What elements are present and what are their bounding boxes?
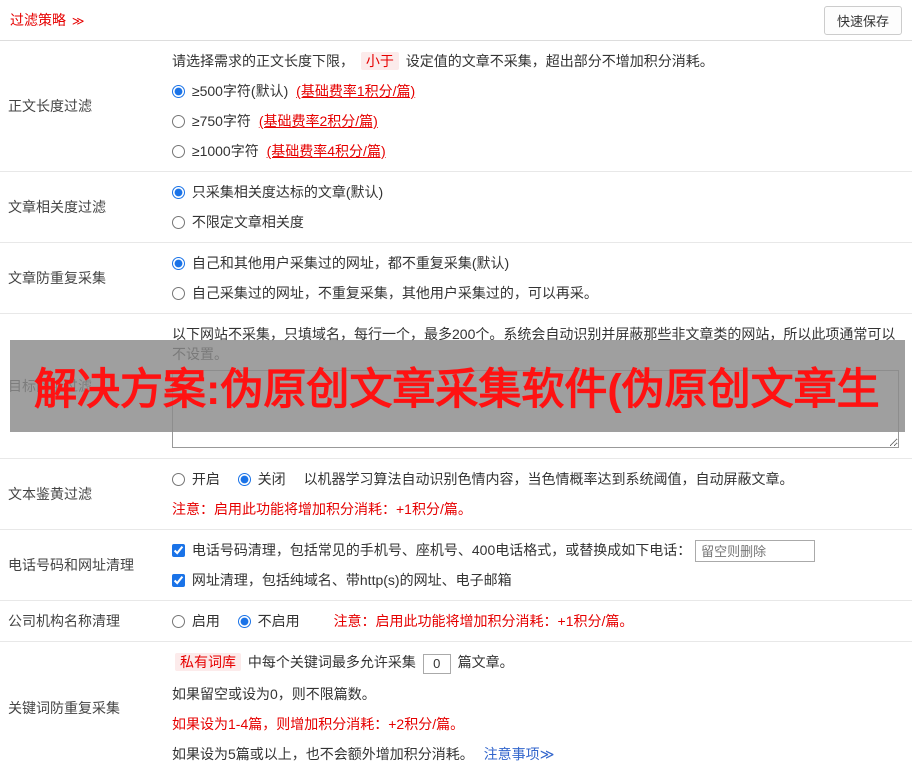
radio-dedup-self[interactable]: [172, 287, 185, 300]
filter-settings-page: 过滤策略 ≫ 快速保存 正文长度过滤 请选择需求的正文长度下限， 小于 设定值的…: [0, 0, 912, 774]
row-label-relevance-filter: 文章相关度过滤: [8, 199, 106, 215]
radio-label: 不限定文章相关度: [191, 214, 304, 230]
radio-label: ≥1000字符: [191, 143, 259, 159]
replacement-phone-input[interactable]: [695, 540, 816, 563]
private-lexicon-badge: 私有词库: [175, 653, 241, 672]
radio-option-500[interactable]: ≥500字符(默认) (基础费率1积分/篇): [172, 81, 904, 101]
radio-option-porn-on[interactable]: 开启: [172, 471, 224, 487]
row-label-url-filter: 目标网址过滤: [8, 378, 92, 394]
checkbox-option-url-clean[interactable]: 网址清理，包括纯域名、带http(s)的网址、电子邮箱: [172, 572, 512, 588]
row-label-phone-url-clean: 电话号码和网址清理: [8, 557, 134, 574]
url-filter-description: 以下网站不采集，只填域名，每行一个，最多200个。系统会自动识别并屏蔽那些非文章…: [172, 326, 896, 362]
radio-option-750[interactable]: ≥750字符 (基础费率2积分/篇): [172, 111, 904, 131]
notice-link-text: 注意事项: [483, 745, 540, 762]
radio-1000[interactable]: [172, 145, 185, 158]
length-filter-intro: 请选择需求的正文长度下限， 小于 设定值的文章不采集，超出部分不增加积分消耗。: [172, 51, 904, 71]
radio-label: ≥750字符: [191, 113, 251, 129]
radio-label: ≥500字符(默认): [191, 83, 289, 99]
page-title: 过滤策略: [10, 12, 66, 28]
radio-label: 自己和其他用户采集过的网址，都不重复采集(默认): [191, 255, 510, 271]
row-label-porn-filter: 文本鉴黄过滤: [8, 486, 92, 502]
chevron-down-icon: ≫: [71, 14, 85, 28]
keyword-note-5plus: 如果设为5篇或以上，也不会额外增加积分消耗。: [172, 745, 474, 762]
radio-option-relevance-any[interactable]: 不限定文章相关度: [172, 212, 904, 232]
radio-option-dedup-all[interactable]: 自己和其他用户采集过的网址，都不重复采集(默认): [172, 253, 904, 273]
row-dedup-filter: 文章防重复采集 自己和其他用户采集过的网址，都不重复采集(默认) 自己采集过的网…: [0, 243, 912, 314]
keyword-note-zero: 如果留空或设为0，则不限篇数。: [172, 685, 376, 702]
rate-note: (基础费率2积分/篇): [258, 113, 378, 129]
radio-porn-off[interactable]: [237, 473, 251, 486]
rate-note: (基础费率4积分/篇): [266, 143, 386, 159]
radio-relevance-default[interactable]: [172, 186, 185, 199]
checkbox-option-phone-clean[interactable]: 电话号码清理，包括常见的手机号、座机号、400电话格式，或替换成如下电话：: [172, 542, 695, 558]
row-relevance-filter: 文章相关度过滤 只采集相关度达标的文章(默认) 不限定文章相关度: [0, 172, 912, 243]
radio-option-company-off[interactable]: 不启用: [237, 613, 304, 630]
company-clean-cost-note: 注意：启用此功能将增加积分消耗：+1积分/篇。: [333, 613, 634, 630]
intro-text-before: 请选择需求的正文长度下限，: [172, 53, 354, 69]
radio-relevance-any[interactable]: [172, 216, 185, 229]
intro-text-after: 设定值的文章不采集，超出部分不增加积分消耗。: [405, 53, 714, 69]
radio-porn-on[interactable]: [172, 473, 185, 486]
radio-500[interactable]: [172, 85, 185, 98]
keyword-limit-text: 中每个关键词最多允许采集: [247, 654, 416, 671]
checkbox-label: 电话号码清理，包括常见的手机号、座机号、400电话格式，或替换成如下电话：: [191, 542, 692, 558]
radio-company-on[interactable]: [172, 615, 185, 629]
row-porn-filter: 文本鉴黄过滤 开启 关闭 以机器学习算法自动识别色情内容，当色情概率达到系统阈值…: [0, 459, 912, 530]
keyword-note-1-4: 如果设为1-4篇，则增加积分消耗：+2积分/篇。: [172, 715, 465, 732]
rate-note: (基础费率1积分/篇): [296, 83, 416, 99]
radio-750[interactable]: [172, 115, 185, 128]
blocked-domains-textarea[interactable]: [172, 370, 899, 448]
radio-label: 只采集相关度达标的文章(默认): [191, 184, 384, 200]
checkbox-phone-clean[interactable]: [172, 544, 185, 557]
radio-option-1000[interactable]: ≥1000字符 (基础费率4积分/篇): [172, 141, 904, 161]
notice-link[interactable]: 注意事项≫: [484, 746, 555, 762]
row-label-length-filter: 正文长度过滤: [8, 98, 92, 114]
radio-option-dedup-self[interactable]: 自己采集过的网址，不重复采集，其他用户采集过的，可以再采。: [172, 283, 904, 303]
row-length-filter: 正文长度过滤 请选择需求的正文长度下限， 小于 设定值的文章不采集，超出部分不增…: [0, 41, 912, 172]
radio-label: 开启: [191, 471, 220, 487]
row-company-clean: 公司机构名称清理 启用 不启用 注意：启用此功能将增加积分消耗：+1积分/篇。: [0, 601, 912, 643]
less-than-badge: 小于: [360, 52, 399, 70]
radio-label: 不启用: [257, 613, 300, 630]
radio-option-relevance-default[interactable]: 只采集相关度达标的文章(默认): [172, 182, 904, 202]
header-bar: 过滤策略 ≫ 快速保存: [0, 0, 912, 41]
radio-company-off[interactable]: [237, 615, 251, 629]
row-keyword-dedup: 关键词防重复采集 私有词库 中每个关键词最多允许采集 篇文章。 如果留空或设为0…: [0, 642, 912, 773]
row-label-company-clean: 公司机构名称清理: [8, 613, 120, 630]
row-label-keyword-dedup: 关键词防重复采集: [8, 699, 120, 716]
row-phone-url-clean: 电话号码和网址清理 电话号码清理，包括常见的手机号、座机号、400电话格式，或替…: [0, 530, 912, 602]
checkbox-label: 网址清理，包括纯域名、带http(s)的网址、电子邮箱: [191, 572, 512, 589]
porn-filter-cost-note: 注意：启用此功能将增加积分消耗：+1积分/篇。: [172, 501, 472, 517]
filter-strategy-toggle[interactable]: 过滤策略 ≫: [10, 10, 84, 30]
row-url-filter: 目标网址过滤 以下网站不采集，只填域名，每行一个，最多200个。系统会自动识别并…: [0, 314, 912, 459]
radio-label: 关闭: [257, 471, 286, 487]
keyword-limit-input[interactable]: [422, 653, 451, 674]
row-label-dedup-filter: 文章防重复采集: [8, 270, 106, 286]
keyword-limit-suffix: 篇文章。: [457, 654, 514, 671]
chevron-down-icon: ≫: [539, 745, 555, 762]
porn-filter-description: 以机器学习算法自动识别色情内容，当色情概率达到系统阈值，自动屏蔽文章。: [303, 471, 794, 487]
radio-label: 启用: [191, 613, 220, 630]
radio-label: 自己采集过的网址，不重复采集，其他用户采集过的，可以再采。: [191, 285, 598, 301]
radio-option-porn-off[interactable]: 关闭: [237, 471, 290, 487]
checkbox-url-clean[interactable]: [172, 574, 185, 588]
radio-dedup-all[interactable]: [172, 257, 185, 270]
quick-save-button[interactable]: 快速保存: [823, 5, 902, 35]
radio-option-company-on[interactable]: 启用: [172, 613, 224, 629]
